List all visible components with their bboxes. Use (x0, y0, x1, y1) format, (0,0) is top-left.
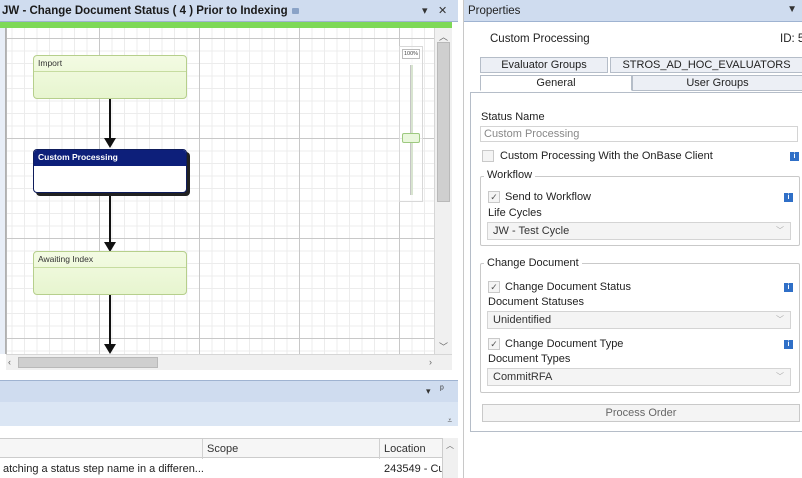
tab-stros-ad-hoc-evaluators[interactable]: STROS_AD_HOC_EVALUATORS (610, 57, 802, 73)
table-row[interactable]: atching a status step name in a differen… (0, 460, 458, 478)
scroll-down-icon[interactable]: ﹀ (439, 340, 448, 353)
tab-general[interactable]: General (480, 75, 632, 91)
lock-icon (291, 8, 299, 14)
document-type-select[interactable]: CommitRFA ﹀ (487, 368, 791, 386)
process-order-button[interactable]: Process Order (482, 404, 800, 422)
document-type-value: CommitRFA (493, 371, 553, 383)
zoom-control: 100% (399, 46, 423, 202)
change-status-checkbox[interactable]: ✓ (488, 281, 500, 293)
document-types-label: Document Types (488, 353, 571, 365)
send-to-workflow-label: Send to Workflow (505, 191, 592, 203)
column-location[interactable]: Location (384, 443, 426, 455)
scroll-up-icon[interactable]: ︿ (446, 440, 454, 451)
send-to-workflow-checkbox[interactable]: ✓ (488, 191, 500, 203)
row-location: 243549 - Cu: (384, 463, 448, 475)
document-statuses-label: Document Statuses (488, 296, 584, 308)
canvas-vertical-scrollbar[interactable]: ︿ ﹀ (434, 28, 452, 354)
status-name-label: Status Name (481, 111, 545, 123)
node-awaiting-index[interactable]: Awaiting Index (33, 251, 187, 295)
results-grid-header: Scope Location (0, 438, 458, 459)
properties-dropdown-icon[interactable]: ▼ (787, 4, 797, 15)
results-toolbar: ⩡ (0, 402, 458, 426)
connector-line (109, 99, 111, 143)
info-icon[interactable]: i (784, 193, 793, 202)
scroll-right-icon[interactable]: › (429, 357, 432, 367)
pin-icon[interactable]: ᵖ (440, 384, 444, 395)
scrollbar-thumb[interactable] (437, 42, 450, 202)
scrollbar-thumb[interactable] (18, 357, 158, 368)
document-status-select[interactable]: Unidentified ﹀ (487, 311, 791, 329)
arrow-down-icon (104, 138, 116, 148)
zoom-slider-track[interactable] (410, 65, 413, 195)
change-document-group-title: Change Document (484, 257, 582, 269)
workflow-group-title: Workflow (484, 169, 536, 181)
workflow-canvas[interactable]: Import Custom Processing Awaiting Index … (6, 28, 434, 354)
life-cycles-label: Life Cycles (488, 207, 542, 219)
row-description: atching a status step name in a differen… (3, 463, 204, 475)
arrow-down-icon (104, 344, 116, 354)
column-scope[interactable]: Scope (207, 443, 238, 455)
document-status-value: Unidentified (493, 314, 552, 326)
chevron-down-icon: ﹀ (776, 226, 784, 235)
node-label: Custom Processing (34, 150, 186, 166)
node-label: Awaiting Index (34, 252, 186, 268)
chevron-down-icon: ﹀ (776, 315, 784, 324)
close-icon[interactable]: ✕ (438, 4, 447, 17)
life-cycle-value: JW - Test Cycle (493, 225, 570, 237)
zoom-value: 100% (402, 49, 420, 59)
results-scrollbar[interactable]: ︿ (442, 438, 458, 478)
zoom-slider-thumb[interactable] (402, 133, 420, 143)
info-icon[interactable]: i (784, 340, 793, 349)
info-icon[interactable]: i (784, 283, 793, 292)
properties-title: Properties (468, 5, 521, 17)
results-panel-header: ▾ ᵖ (0, 380, 458, 402)
change-status-label: Change Document Status (505, 281, 631, 293)
dropdown-icon[interactable]: ▾ (426, 386, 431, 397)
node-label: Import (34, 56, 186, 72)
toolbar-overflow-icon[interactable]: ⩡ (447, 416, 452, 426)
selected-item-bar: Custom Processing ID: 56 (464, 22, 802, 54)
designer-title: JW - Change Document Status ( 4 ) Prior … (2, 5, 299, 17)
scroll-left-icon[interactable]: ‹ (8, 357, 11, 367)
canvas-horizontal-scrollbar[interactable]: ‹ › (6, 354, 452, 370)
change-type-checkbox[interactable]: ✓ (488, 338, 500, 350)
info-icon[interactable]: i (790, 152, 799, 161)
selected-item-id: ID: 56 (780, 33, 802, 45)
connector-line (109, 196, 111, 246)
chevron-down-icon: ﹀ (776, 372, 784, 381)
selected-item-name: Custom Processing (490, 33, 590, 45)
onbase-client-label: Custom Processing With the OnBase Client (500, 150, 713, 162)
designer-tab[interactable]: JW - Change Document Status ( 4 ) Prior … (0, 0, 458, 22)
properties-panel: Properties ▼ Custom Processing ID: 56 Ev… (463, 0, 802, 478)
tab-user-groups[interactable]: User Groups (632, 75, 802, 91)
node-import[interactable]: Import (33, 55, 187, 99)
node-custom-processing[interactable]: Custom Processing (33, 149, 187, 193)
life-cycle-select[interactable]: JW - Test Cycle ﹀ (487, 222, 791, 240)
properties-header: Properties ▼ (464, 0, 802, 22)
tab-evaluator-groups[interactable]: Evaluator Groups (480, 57, 608, 73)
onbase-client-checkbox[interactable] (482, 150, 494, 162)
pin-dropdown-icon[interactable]: ▾ (422, 4, 428, 17)
status-name-field[interactable]: Custom Processing (480, 126, 798, 142)
change-type-label: Change Document Type (505, 338, 624, 350)
connector-line (109, 295, 111, 347)
